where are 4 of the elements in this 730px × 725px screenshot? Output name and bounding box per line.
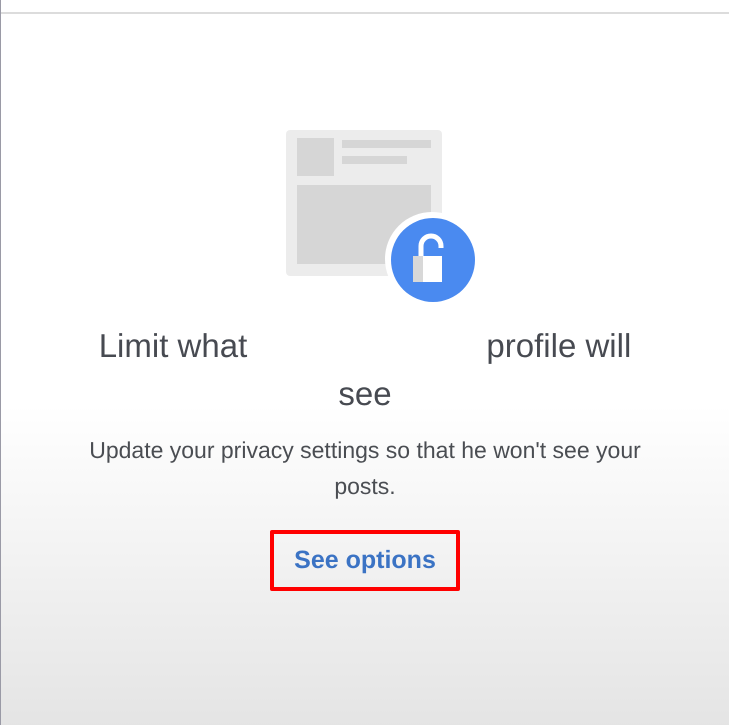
description-text: Update your privacy settings so that he won't see your posts. bbox=[88, 436, 642, 501]
see-options-button[interactable]: See options bbox=[270, 530, 460, 591]
title-text: Limit what bbox=[98, 327, 248, 364]
title-text: profile will see bbox=[338, 327, 632, 412]
